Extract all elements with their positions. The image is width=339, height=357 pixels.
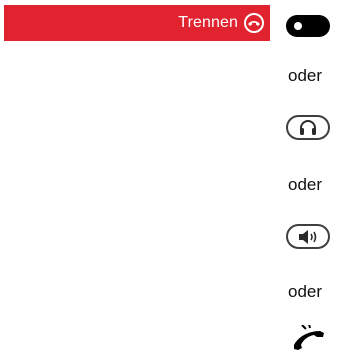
oval-key-dot — [294, 22, 302, 30]
instruction-panel: Trennen oder oder oder — [0, 0, 339, 357]
oval-key-icon[interactable] — [286, 15, 330, 37]
disconnect-button[interactable]: Trennen — [4, 5, 270, 41]
hangup-icon — [244, 13, 264, 33]
separator-text: oder — [288, 282, 323, 301]
speaker-icon[interactable] — [286, 224, 330, 249]
disconnect-label: Trennen — [178, 14, 238, 31]
separator-text: oder — [288, 66, 323, 85]
handset-icon[interactable] — [290, 325, 328, 351]
headset-icon[interactable] — [286, 115, 330, 140]
separator-text: oder — [288, 175, 323, 194]
key-column: oder oder oder — [280, 0, 339, 357]
